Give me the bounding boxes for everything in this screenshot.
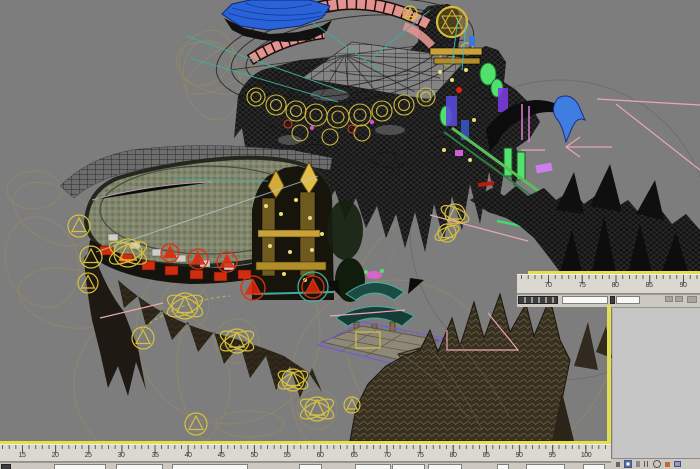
active-viewport-border-right — [607, 305, 611, 444]
tick-label: 60 — [316, 452, 324, 459]
tick-label: 90 — [679, 282, 687, 289]
tick-label: 35 — [151, 452, 159, 459]
status-icon-4[interactable] — [644, 461, 649, 467]
tick-label: 50 — [250, 452, 258, 459]
status-field-fragment[interactable] — [497, 464, 509, 469]
status-field-fragment[interactable] — [562, 296, 608, 304]
status-field-fragment[interactable] — [116, 464, 163, 469]
status-icon-1[interactable] — [616, 461, 620, 467]
status-field-fragment[interactable] — [392, 464, 425, 469]
status-field-fragment[interactable] — [526, 464, 565, 469]
tick-label: 80 — [611, 282, 619, 289]
status-field-fragment[interactable] — [687, 296, 697, 303]
status-field-fragment[interactable] — [172, 464, 248, 469]
tick-label: 25 — [84, 452, 92, 459]
tick-label: 85 — [645, 282, 653, 289]
tick-label: 65 — [350, 452, 358, 459]
tick-label: 85 — [482, 452, 490, 459]
status-bar-fragment-bottom — [0, 462, 611, 469]
track-bar-top[interactable]: 70 75 80 85 90 — [517, 274, 700, 294]
tick-label: 55 — [283, 452, 291, 459]
status-field-fragment[interactable] — [54, 464, 106, 469]
status-icon-3[interactable] — [636, 461, 640, 467]
status-field-fragment[interactable] — [355, 464, 391, 469]
tick-label: 90 — [515, 452, 523, 459]
status-field-fragment[interactable] — [610, 296, 615, 304]
tick-label: 75 — [416, 452, 424, 459]
tick-label: 45 — [217, 452, 225, 459]
tick-label: 15 — [18, 452, 26, 459]
status-field-fragment[interactable] — [616, 296, 640, 304]
tick-label: 75 — [578, 282, 586, 289]
status-icon-strip — [611, 458, 700, 469]
tick-label: 30 — [117, 452, 125, 459]
tick-label: 95 — [548, 452, 556, 459]
tick-label: 40 — [184, 452, 192, 459]
tick-label: 70 — [544, 282, 552, 289]
tick-label: 20 — [51, 452, 59, 459]
status-field-fragment[interactable] — [1, 464, 11, 469]
3d-viewport[interactable] — [0, 0, 700, 469]
status-icon-2[interactable] — [624, 460, 632, 468]
track-bar-bottom[interactable]: 15 20 25 30 35 40 45 50 55 60 65 70 75 8… — [0, 444, 611, 462]
status-icon-5[interactable] — [653, 460, 661, 468]
tick-label: 80 — [449, 452, 457, 459]
status-icon-7[interactable] — [674, 461, 681, 467]
status-field-fragment[interactable] — [299, 464, 322, 469]
tick-label: 70 — [383, 452, 391, 459]
status-field-fragment[interactable] — [583, 464, 605, 469]
viewport-composite: 70 75 80 85 90 15 20 25 30 35 40 45 50 5… — [0, 0, 700, 469]
status-icon-6[interactable] — [665, 461, 670, 467]
status-field-fragment[interactable] — [665, 296, 673, 302]
status-field-fragment[interactable] — [428, 464, 462, 469]
status-field-fragment[interactable] — [518, 296, 558, 304]
tick-label: 100 — [580, 452, 592, 459]
status-field-fragment[interactable] — [675, 296, 683, 302]
empty-side-panel — [612, 307, 700, 458]
